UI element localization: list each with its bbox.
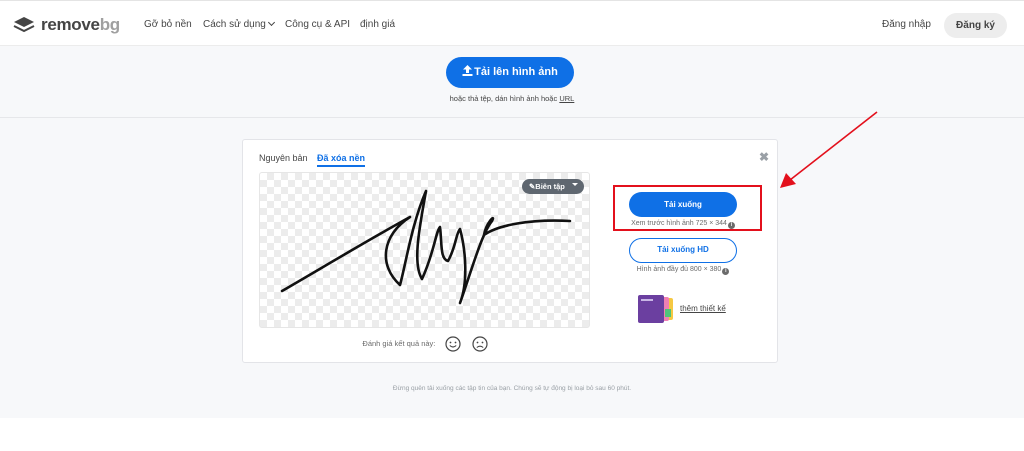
annotation-highlight-box: [613, 185, 762, 231]
chevron-down-icon: [267, 18, 275, 27]
url-link[interactable]: URL: [559, 94, 574, 103]
logo-text: removebg: [41, 15, 120, 34]
nav-tools-api[interactable]: Công cụ & API: [285, 19, 350, 30]
signup-button[interactable]: Đăng ký: [944, 13, 1007, 38]
smile-icon[interactable]: [445, 336, 462, 352]
info-icon[interactable]: i: [722, 268, 730, 275]
logo[interactable]: removebg: [13, 15, 120, 35]
upload-icon: [462, 65, 473, 76]
signature-image: [280, 189, 572, 305]
nav-how-to-use[interactable]: Cách sử dụng: [203, 18, 275, 30]
top-navbar: removebg Gỡ bỏ nền Cách sử dụng Công cụ …: [0, 0, 1024, 46]
nav-pricing[interactable]: định giá: [360, 19, 395, 30]
result-card: Nguyên bản Đã xóa nền ✖ ✎Biên tập Đánh g…: [242, 139, 778, 363]
tab-original[interactable]: Nguyên bản: [259, 153, 308, 163]
design-thumbnail[interactable]: [637, 295, 675, 323]
rating-row: Đánh giá kết quả này:: [243, 336, 607, 352]
annotation-arrow-icon: [780, 111, 878, 188]
login-link[interactable]: Đăng nhập: [882, 19, 931, 30]
edit-button[interactable]: ✎Biên tập: [522, 179, 584, 194]
download-hd-button[interactable]: Tải xuống HD: [629, 238, 737, 263]
rating-label: Đánh giá kết quả này:: [362, 338, 436, 348]
caret-down-icon: [572, 183, 578, 186]
more-designs-link[interactable]: thêm thiết kế: [680, 304, 726, 313]
upload-image-button[interactable]: Tải lên hình ảnh: [446, 57, 574, 88]
nav-remove-bg[interactable]: Gỡ bỏ nền: [144, 19, 192, 30]
download-hd-info: Hình ảnh đầy đủ 800 × 380 i: [612, 266, 754, 275]
logo-layers-icon: [13, 17, 35, 33]
result-preview: ✎Biên tập: [259, 172, 590, 328]
retention-notice: Đừng quên tải xuống các tập tin của bạn.…: [392, 385, 632, 392]
frown-icon[interactable]: [471, 336, 488, 352]
tab-removed-background[interactable]: Đã xóa nền: [317, 153, 366, 167]
